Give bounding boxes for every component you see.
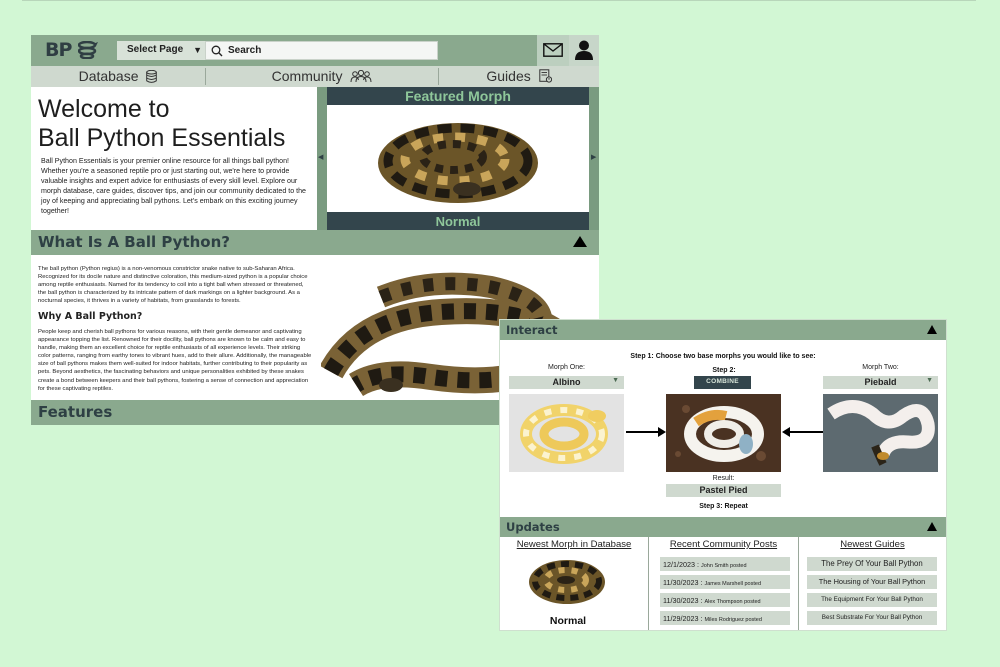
post-author: Alex Thompson posted [704,599,761,605]
welcome-paragraph: Ball Python Essentials is your premier o… [41,157,306,216]
featured-morph-carousel: Featured Morph Normal ◀ ▶ [317,87,599,230]
featured-morph-heading: Featured Morph [327,87,589,105]
mail-button[interactable] [537,35,569,66]
nav-item-label: Guides [486,68,531,84]
mail-icon [543,43,563,57]
post-date: 11/30/2023 [663,596,699,605]
search-icon [211,45,223,57]
guide-link[interactable]: Best Substrate For Your Ball Python [807,611,937,625]
guide-link[interactable]: The Equipment For Your Ball Python [807,593,937,607]
morph-one-value: Albino [552,377,581,387]
nav-item-label: Database [78,68,139,84]
morph-two-value: Piebald [864,377,897,387]
morph-one-image [509,394,624,472]
morph-two-image [823,394,938,472]
top-divider [22,0,976,1]
step-one-instruction: Step 1: Choose two base morphs you would… [630,353,816,360]
step-three-label: Step 3: Repeat [699,503,748,510]
column-divider [648,537,649,630]
morph-one-label: Morph One: [548,364,585,371]
newest-morph-image[interactable] [524,552,610,610]
coiled-python-image [378,123,538,203]
site-logo[interactable]: BP [45,39,72,61]
post-author: James Marshell posted [704,581,762,587]
what-is-heading: What Is A Ball Python? [38,233,230,251]
newest-morph-name: Normal [549,615,587,627]
nav-item-guides[interactable]: Guides [439,66,599,87]
collapse-triangle-icon[interactable] [927,325,937,334]
result-image [666,394,781,472]
result-label: Result: [712,475,735,482]
search-placeholder: Search [228,45,262,56]
guide-link[interactable]: The Prey Of Your Ball Python [807,557,937,571]
morph-one-select[interactable]: Albino ▼ [509,376,624,389]
interact-updates-mockup: Interact Step 1: Choose two base morphs … [500,320,946,630]
welcome-title-line2: Ball Python Essentials [38,124,286,152]
post-author: Miles Rodriguez posted [704,617,762,623]
arrow-left [785,431,823,433]
albino-python-image [520,404,608,464]
arrow-head-left-icon [782,427,790,437]
featured-morph-image[interactable] [327,105,589,212]
snake-logo-icon [78,41,98,59]
collapse-triangle-icon[interactable] [927,522,937,531]
search-input[interactable]: Search [205,41,438,60]
why-heading: Why A Ball Python? [38,311,143,322]
step-two-label: Step 2: [712,367,736,374]
post-date: 11/29/2023 [663,614,699,623]
community-post-item[interactable]: 11/29/2023 : Miles Rodriguez posted [660,611,790,625]
nav-item-database[interactable]: Database [31,66,205,87]
recent-posts-heading[interactable]: Recent Community Posts [649,539,798,550]
welcome-title-line1: Welcome to [38,95,170,123]
post-date: 11/30/2023 [663,578,699,587]
top-bar: BP Select Page ▼ Search [31,35,599,66]
account-button[interactable] [569,35,599,66]
what-is-section-header[interactable]: What Is A Ball Python? [31,230,599,255]
user-icon [575,40,593,60]
about-paragraph: The ball python (Python regius) is a non… [38,266,308,305]
collapse-triangle-icon[interactable] [573,236,587,247]
caret-down-icon: ▼ [193,45,202,55]
why-paragraph: People keep and cherish ball pythons for… [38,329,312,392]
post-date: 12/1/2023 [663,560,695,569]
carousel-next-button[interactable]: ▶ [591,153,596,161]
featured-morph-name: Normal [327,212,589,230]
people-icon [350,69,372,83]
main-nav: Database Community Guides [31,66,599,87]
welcome-title: Welcome to Ball Python Essentials [38,95,323,153]
caret-down-icon: ▼ [612,377,619,384]
morph-two-label: Morph Two: [862,364,899,371]
morph-two-select[interactable]: Piebald ▼ [823,376,938,389]
newest-guides-heading[interactable]: Newest Guides [799,539,946,550]
caret-down-icon: ▼ [926,377,933,384]
nav-item-label: Community [271,68,343,84]
updates-section-header[interactable]: Updates [500,517,946,537]
nav-item-community[interactable]: Community [206,66,438,87]
features-heading: Features [38,403,113,421]
post-author: John Smith posted [700,563,747,569]
community-post-item[interactable]: 11/30/2023 : James Marshell posted [660,575,790,589]
community-post-item[interactable]: 11/30/2023 : Alex Thompson posted [660,593,790,607]
result-value: Pastel Pied [666,484,781,497]
guide-book-icon [538,69,552,83]
select-page-label: Select Page [127,44,184,55]
guide-link[interactable]: The Housing of Your Ball Python [807,575,937,589]
column-divider [798,537,799,630]
carousel-prev-button[interactable]: ◀ [318,153,323,161]
piebald-python-image [827,400,935,466]
interact-section-header[interactable]: Interact [500,320,946,340]
interact-heading: Interact [506,323,558,337]
select-page-dropdown[interactable]: Select Page ▼ [117,41,205,60]
updates-heading: Updates [506,520,560,534]
community-post-item[interactable]: 12/1/2023 : John Smith posted [660,557,790,571]
combine-button[interactable]: COMBINE [694,376,751,389]
database-icon [146,69,158,83]
newest-morph-heading[interactable]: Newest Morph in Database [500,539,648,550]
arrow-head-right-icon [658,427,666,437]
pastel-pied-python-image [666,394,781,472]
